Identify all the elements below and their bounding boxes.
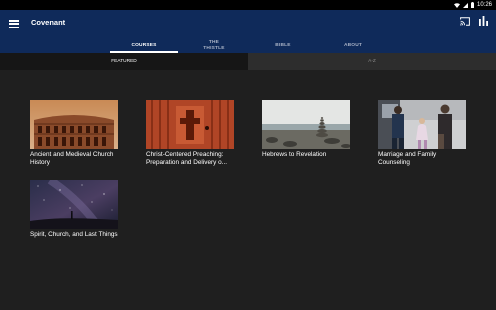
sub-tabs: FEATURED A-Z — [0, 53, 496, 70]
course-card[interactable]: Ancient and Medieval Church History — [30, 100, 118, 167]
signal-icon — [462, 2, 468, 8]
status-icons: 10:26 — [453, 0, 492, 10]
menu-icon[interactable] — [9, 19, 19, 29]
subtab-featured[interactable]: FEATURED — [0, 53, 248, 70]
subtab-featured-label: FEATURED — [111, 59, 137, 64]
course-card[interactable]: Spirit, Church, and Last Things — [30, 180, 118, 239]
tab-the-thistle-label: THE THISTLE — [203, 40, 225, 51]
tab-courses-label: COURSES — [131, 42, 157, 48]
course-card[interactable]: Hebrews to Revelation — [262, 100, 350, 159]
course-title: Hebrews to Revelation — [262, 151, 327, 158]
course-title: Marriage and Family Counseling — [378, 151, 437, 166]
battery-icon — [470, 2, 474, 8]
app-title: Covenant — [31, 18, 66, 27]
status-bar: 10:26 — [0, 0, 496, 10]
course-card[interactable]: Marriage and Family Counseling — [378, 100, 466, 167]
top-tabs: COURSES THE THISTLE BIBLE ABOUT — [0, 38, 496, 53]
subtab-a-z-label: A-Z — [368, 59, 376, 64]
tab-about-label: ABOUT — [343, 42, 363, 48]
tab-the-thistle[interactable]: THE THISTLE — [190, 38, 238, 53]
bar-chart-icon[interactable] — [479, 16, 488, 26]
course-title: Spirit, Church, and Last Things — [30, 231, 118, 238]
course-thumbnail — [30, 100, 118, 149]
course-card[interactable]: Christ-Centered Preaching: Preparation a… — [146, 100, 234, 167]
course-title: Ancient and Medieval Church History — [30, 151, 114, 166]
tab-about[interactable]: ABOUT — [330, 38, 376, 53]
tab-bible[interactable]: BIBLE — [260, 38, 306, 53]
course-thumbnail — [378, 100, 466, 149]
course-thumbnail — [262, 100, 350, 149]
course-thumbnail — [30, 180, 118, 229]
wifi-icon — [453, 2, 460, 8]
course-title: Christ-Centered Preaching: Preparation a… — [146, 151, 227, 166]
course-thumbnail — [146, 100, 234, 149]
tab-bible-label: BIBLE — [275, 42, 291, 48]
subtab-a-z[interactable]: A-Z — [248, 53, 496, 70]
cast-icon[interactable] — [460, 17, 470, 26]
clock: 10:26 — [476, 2, 492, 8]
